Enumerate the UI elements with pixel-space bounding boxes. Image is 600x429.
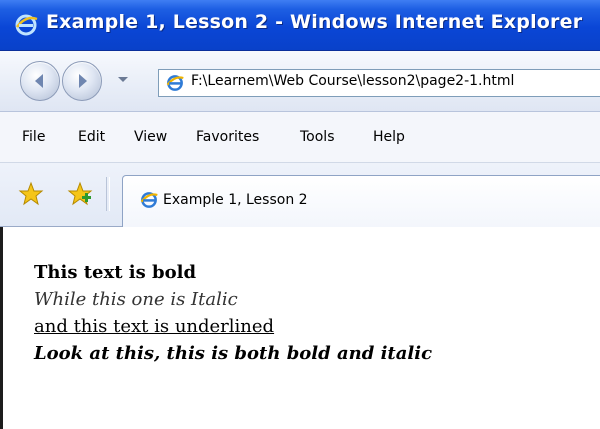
content-text-block: This text is bold While this one is Ital…	[34, 259, 432, 367]
address-field[interactable]: F:\Learnem\Web Course\lesson2\page2-1.ht…	[158, 69, 600, 97]
tab-label: Example 1, Lesson 2	[163, 192, 308, 208]
page-content: This text is bold While this one is Ital…	[0, 227, 600, 429]
recent-pages-dropdown[interactable]	[118, 77, 128, 82]
underlined-text: and this text is underlined	[34, 316, 275, 337]
favorites-tab-bar: Example 1, Lesson 2	[0, 163, 600, 227]
ie-logo-icon	[140, 192, 158, 208]
add-favorites-icon[interactable]	[67, 181, 93, 207]
menu-view[interactable]: View	[134, 129, 167, 145]
toolbar-separator	[106, 177, 110, 211]
ie-logo-icon	[15, 14, 38, 36]
forward-button[interactable]	[62, 61, 102, 101]
window-title: Example 1, Lesson 2 - Windows Internet E…	[46, 11, 583, 33]
window-left-edge	[0, 227, 3, 429]
menu-bar: File Edit View Favorites Tools Help	[0, 112, 600, 163]
menu-help[interactable]: Help	[373, 129, 405, 145]
address-toolbar: F:\Learnem\Web Course\lesson2\page2-1.ht…	[0, 51, 600, 112]
bold-italic-text: Look at this, this is both bold and ital…	[34, 343, 433, 364]
menu-file[interactable]: File	[22, 129, 45, 145]
menu-tools[interactable]: Tools	[300, 129, 335, 145]
menu-favorites[interactable]: Favorites	[196, 129, 259, 145]
favorites-star-icon[interactable]	[18, 181, 44, 207]
ie-logo-icon	[166, 75, 184, 91]
back-button[interactable]	[20, 61, 60, 101]
title-bar: Example 1, Lesson 2 - Windows Internet E…	[0, 0, 600, 51]
italic-text: While this one is Italic	[34, 289, 238, 310]
back-arrow-icon	[35, 74, 43, 88]
tab-example-1-lesson-2[interactable]: Example 1, Lesson 2	[122, 175, 600, 227]
forward-arrow-icon	[79, 74, 87, 88]
bold-text: This text is bold	[34, 262, 197, 283]
menu-edit[interactable]: Edit	[78, 129, 105, 145]
browser-window: Example 1, Lesson 2 - Windows Internet E…	[0, 0, 600, 429]
url-text: F:\Learnem\Web Course\lesson2\page2-1.ht…	[191, 73, 515, 89]
